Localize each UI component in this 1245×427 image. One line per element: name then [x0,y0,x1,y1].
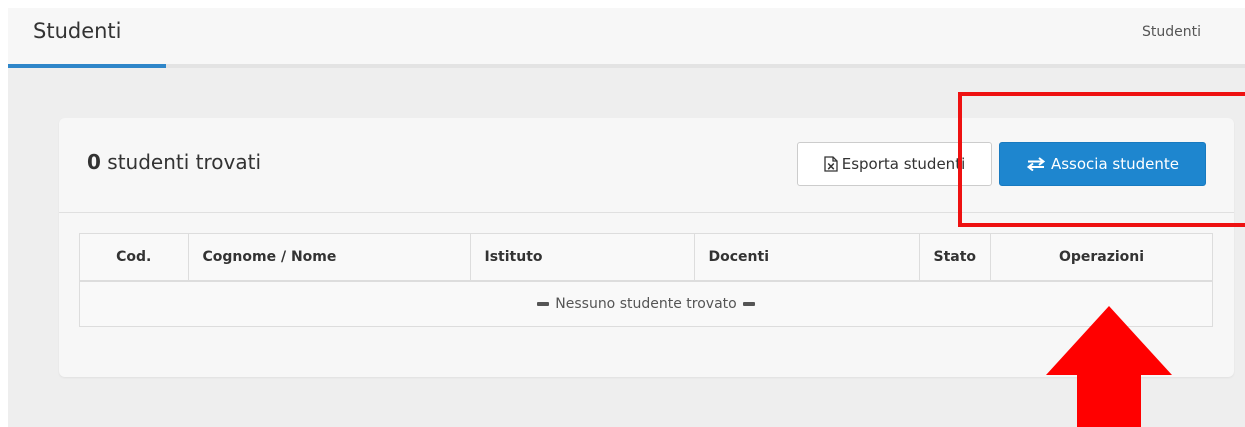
column-header-stato[interactable]: Stato [919,234,992,282]
students-found-heading: 0 studenti trovati [87,150,261,174]
excel-file-icon [824,156,838,172]
column-header-name[interactable]: Cognome / Nome [188,234,471,282]
table-header-row: Cod. Cognome / Nome Istituto Docenti Sta… [80,234,1212,282]
associate-student-button[interactable]: Associa studente [999,142,1206,186]
export-students-button[interactable]: Esporta studenti [797,142,992,186]
column-header-operazioni: Operazioni [990,234,1212,282]
column-header-docenti[interactable]: Docenti [694,234,920,282]
associate-student-label: Associa studente [1050,155,1179,173]
empty-row: Nessuno studente trovato [80,281,1212,326]
active-tab-indicator [8,64,166,68]
empty-message-cell: Nessuno studente trovato [80,281,1212,326]
dash-icon [742,302,755,306]
export-students-label: Esporta studenti [841,155,966,173]
column-header-cod[interactable]: Cod. [80,234,189,282]
panel-header: 0 studenti trovati Esporta studenti Asso… [59,118,1234,213]
students-count-label: studenti trovati [100,150,261,174]
page-title: Studenti [33,19,122,43]
empty-message: Nessuno studente trovato [555,296,737,312]
dash-icon [537,302,550,306]
students-count: 0 [87,150,101,174]
red-up-arrow-icon [1046,306,1172,427]
exchange-arrows-icon [1026,157,1046,171]
students-table: Cod. Cognome / Nome Istituto Docenti Sta… [79,233,1213,327]
breadcrumb[interactable]: Studenti [1142,24,1201,40]
page-header: Studenti Studenti [8,8,1245,68]
column-header-istituto[interactable]: Istituto [470,234,695,282]
